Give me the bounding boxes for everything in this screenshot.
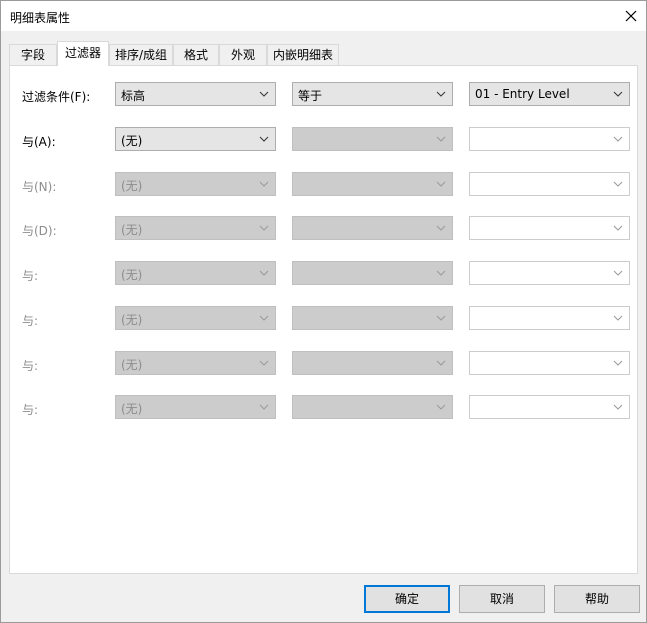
filter-row-label: 与: (22, 269, 39, 283)
chevron-down-icon (436, 404, 446, 410)
filter-field-value: (无) (121, 313, 143, 327)
filter-field-select: (无) (115, 351, 276, 375)
filter-row-label: 与: (22, 359, 39, 373)
chevron-down-icon (259, 315, 269, 321)
chevron-down-icon (436, 315, 446, 321)
filter-value-select[interactable]: 01 - Entry Level (469, 82, 630, 106)
tab-appearance[interactable]: 外观 (219, 44, 267, 65)
filter-field-value: (无) (121, 134, 143, 148)
chevron-down-icon (259, 270, 269, 276)
filter-operator-select (292, 172, 453, 196)
filter-row-label: 过滤条件(F): (22, 90, 91, 104)
filter-operator-select (292, 351, 453, 375)
tab-sort-group[interactable]: 排序/成组 (109, 44, 173, 65)
cancel-button[interactable]: 取消 (459, 585, 545, 613)
filter-field-value: 标高 (121, 89, 146, 103)
chevron-down-icon (259, 360, 269, 366)
filter-field-value: (无) (121, 223, 143, 237)
filter-value-value: 01 - Entry Level (475, 87, 570, 101)
filter-row-label: 与(N): (22, 180, 57, 194)
filter-field-select: (无) (115, 172, 276, 196)
filter-field-select: (无) (115, 216, 276, 240)
chevron-down-icon (613, 91, 623, 97)
chevron-down-icon (436, 225, 446, 231)
filter-operator-select (292, 306, 453, 330)
filter-field-value: (无) (121, 179, 143, 193)
filter-row-label: 与: (22, 314, 39, 328)
filter-operator-value: 等于 (298, 89, 323, 103)
filter-row-label: 与(A): (22, 135, 56, 149)
title-bar: 明细表属性 (1, 1, 646, 31)
filter-value-select (469, 127, 630, 151)
chevron-down-icon (259, 181, 269, 187)
chevron-down-icon (436, 360, 446, 366)
help-button[interactable]: 帮助 (554, 585, 640, 613)
filter-row-label: 与(D): (22, 224, 57, 238)
chevron-down-icon (613, 181, 623, 187)
filter-field-select: (无) (115, 306, 276, 330)
tab-embedded-schedule[interactable]: 内嵌明细表 (267, 44, 339, 65)
filter-value-select (469, 172, 630, 196)
filter-field-select[interactable]: 标高 (115, 82, 276, 106)
chevron-down-icon (613, 315, 623, 321)
filter-row-label: 与: (22, 403, 39, 417)
close-icon (625, 10, 637, 22)
ok-button[interactable]: 确定 (364, 585, 450, 613)
chevron-down-icon (436, 91, 446, 97)
dialog-window: 明细表属性 字段 过滤器 排序/成组 格式 外观 内嵌明细表 过滤条件(F): … (0, 0, 647, 623)
filter-value-select (469, 351, 630, 375)
filter-field-value: (无) (121, 268, 143, 282)
filter-operator-select (292, 127, 453, 151)
filter-field-value: (无) (121, 402, 143, 416)
tab-fields[interactable]: 字段 (9, 44, 57, 65)
chevron-down-icon (613, 360, 623, 366)
filter-field-value: (无) (121, 358, 143, 372)
chevron-down-icon (436, 181, 446, 187)
chevron-down-icon (436, 136, 446, 142)
chevron-down-icon (259, 404, 269, 410)
window-title: 明细表属性 (10, 11, 71, 25)
filter-operator-select (292, 261, 453, 285)
chevron-down-icon (259, 91, 269, 97)
chevron-down-icon (613, 404, 623, 410)
filter-operator-select (292, 216, 453, 240)
filter-value-select (469, 395, 630, 419)
chevron-down-icon (613, 136, 623, 142)
filter-panel: 过滤条件(F): 标高 等于 01 - Entry Level 与(A): (无… (9, 65, 638, 574)
filter-field-select[interactable]: (无) (115, 127, 276, 151)
chevron-down-icon (436, 270, 446, 276)
filter-field-select: (无) (115, 395, 276, 419)
filter-value-select (469, 261, 630, 285)
filter-operator-select (292, 395, 453, 419)
close-button[interactable] (616, 1, 646, 31)
chevron-down-icon (259, 225, 269, 231)
chevron-down-icon (613, 225, 623, 231)
tab-format[interactable]: 格式 (173, 44, 219, 65)
tab-filter[interactable]: 过滤器 (57, 41, 109, 66)
chevron-down-icon (613, 270, 623, 276)
filter-operator-select[interactable]: 等于 (292, 82, 453, 106)
filter-value-select (469, 216, 630, 240)
filter-field-select: (无) (115, 261, 276, 285)
filter-value-select (469, 306, 630, 330)
chevron-down-icon (259, 136, 269, 142)
